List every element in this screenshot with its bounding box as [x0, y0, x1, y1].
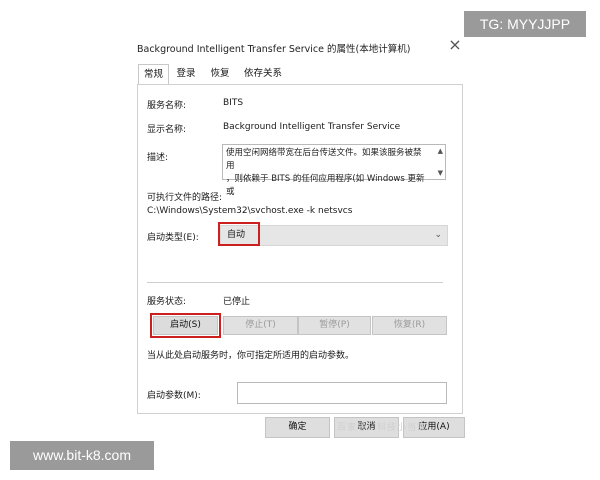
- hint-text: 当从此处启动服务时，你可指定所适用的启动参数。: [147, 351, 355, 361]
- tab-logon[interactable]: 登录: [174, 64, 198, 83]
- exe-path-label: 可执行文件的路径:: [147, 193, 223, 203]
- source-watermark: 百家号／科技小当家: [337, 423, 428, 433]
- description-box[interactable]: 使用空闲网络带宽在后台传送文件。如果该服务被禁用 ，则依赖于 BITS 的任何应…: [222, 144, 446, 197]
- tab-dependencies[interactable]: 依存关系: [242, 64, 284, 83]
- start-params-input[interactable]: [237, 382, 447, 404]
- ok-button[interactable]: 确定: [265, 417, 330, 438]
- service-status-value: 已停止: [223, 297, 251, 307]
- dialog-title: Background Intelligent Transfer Service …: [137, 44, 411, 55]
- stop-button[interactable]: 停止(T): [223, 316, 298, 335]
- service-name-label: 服务名称:: [147, 101, 187, 111]
- highlight-box-startup: [218, 222, 260, 246]
- display-name-value: Background Intelligent Transfer Service: [223, 122, 401, 132]
- resume-button[interactable]: 恢复(R): [372, 316, 447, 335]
- tab-general[interactable]: 常规: [138, 64, 169, 84]
- highlight-box-start: [150, 313, 221, 338]
- description-line-1: 使用空闲网络带宽在后台传送文件。如果该服务被禁用: [226, 148, 422, 171]
- startup-type-label: 启动类型(E):: [147, 233, 199, 243]
- service-name-value: BITS: [223, 98, 244, 108]
- display-name-label: 显示名称:: [147, 125, 187, 135]
- description-line-2: ，则依赖于 BITS 的任何应用程序(如 Windows 更新或: [226, 174, 425, 197]
- scroll-up-icon[interactable]: ▲: [438, 147, 443, 155]
- description-label: 描述:: [147, 153, 169, 163]
- start-params-label: 启动参数(M):: [147, 391, 201, 401]
- scroll-down-icon[interactable]: ▼: [438, 169, 443, 177]
- chevron-down-icon: ⌄: [434, 230, 442, 240]
- exe-path-value: C:\Windows\System32\svchost.exe -k netsv…: [147, 206, 353, 216]
- divider: [147, 282, 443, 283]
- pause-button[interactable]: 暂停(P): [298, 316, 371, 335]
- close-icon[interactable]: ×: [447, 36, 463, 54]
- description-text: 使用空闲网络带宽在后台传送文件。如果该服务被禁用 ，则依赖于 BITS 的任何应…: [226, 147, 426, 199]
- watermark-bottom: www.bit-k8.com: [10, 441, 154, 470]
- tab-recovery[interactable]: 恢复: [208, 64, 232, 83]
- watermark-top: TG: MYYJJPP: [464, 11, 586, 37]
- service-status-label: 服务状态:: [147, 297, 187, 307]
